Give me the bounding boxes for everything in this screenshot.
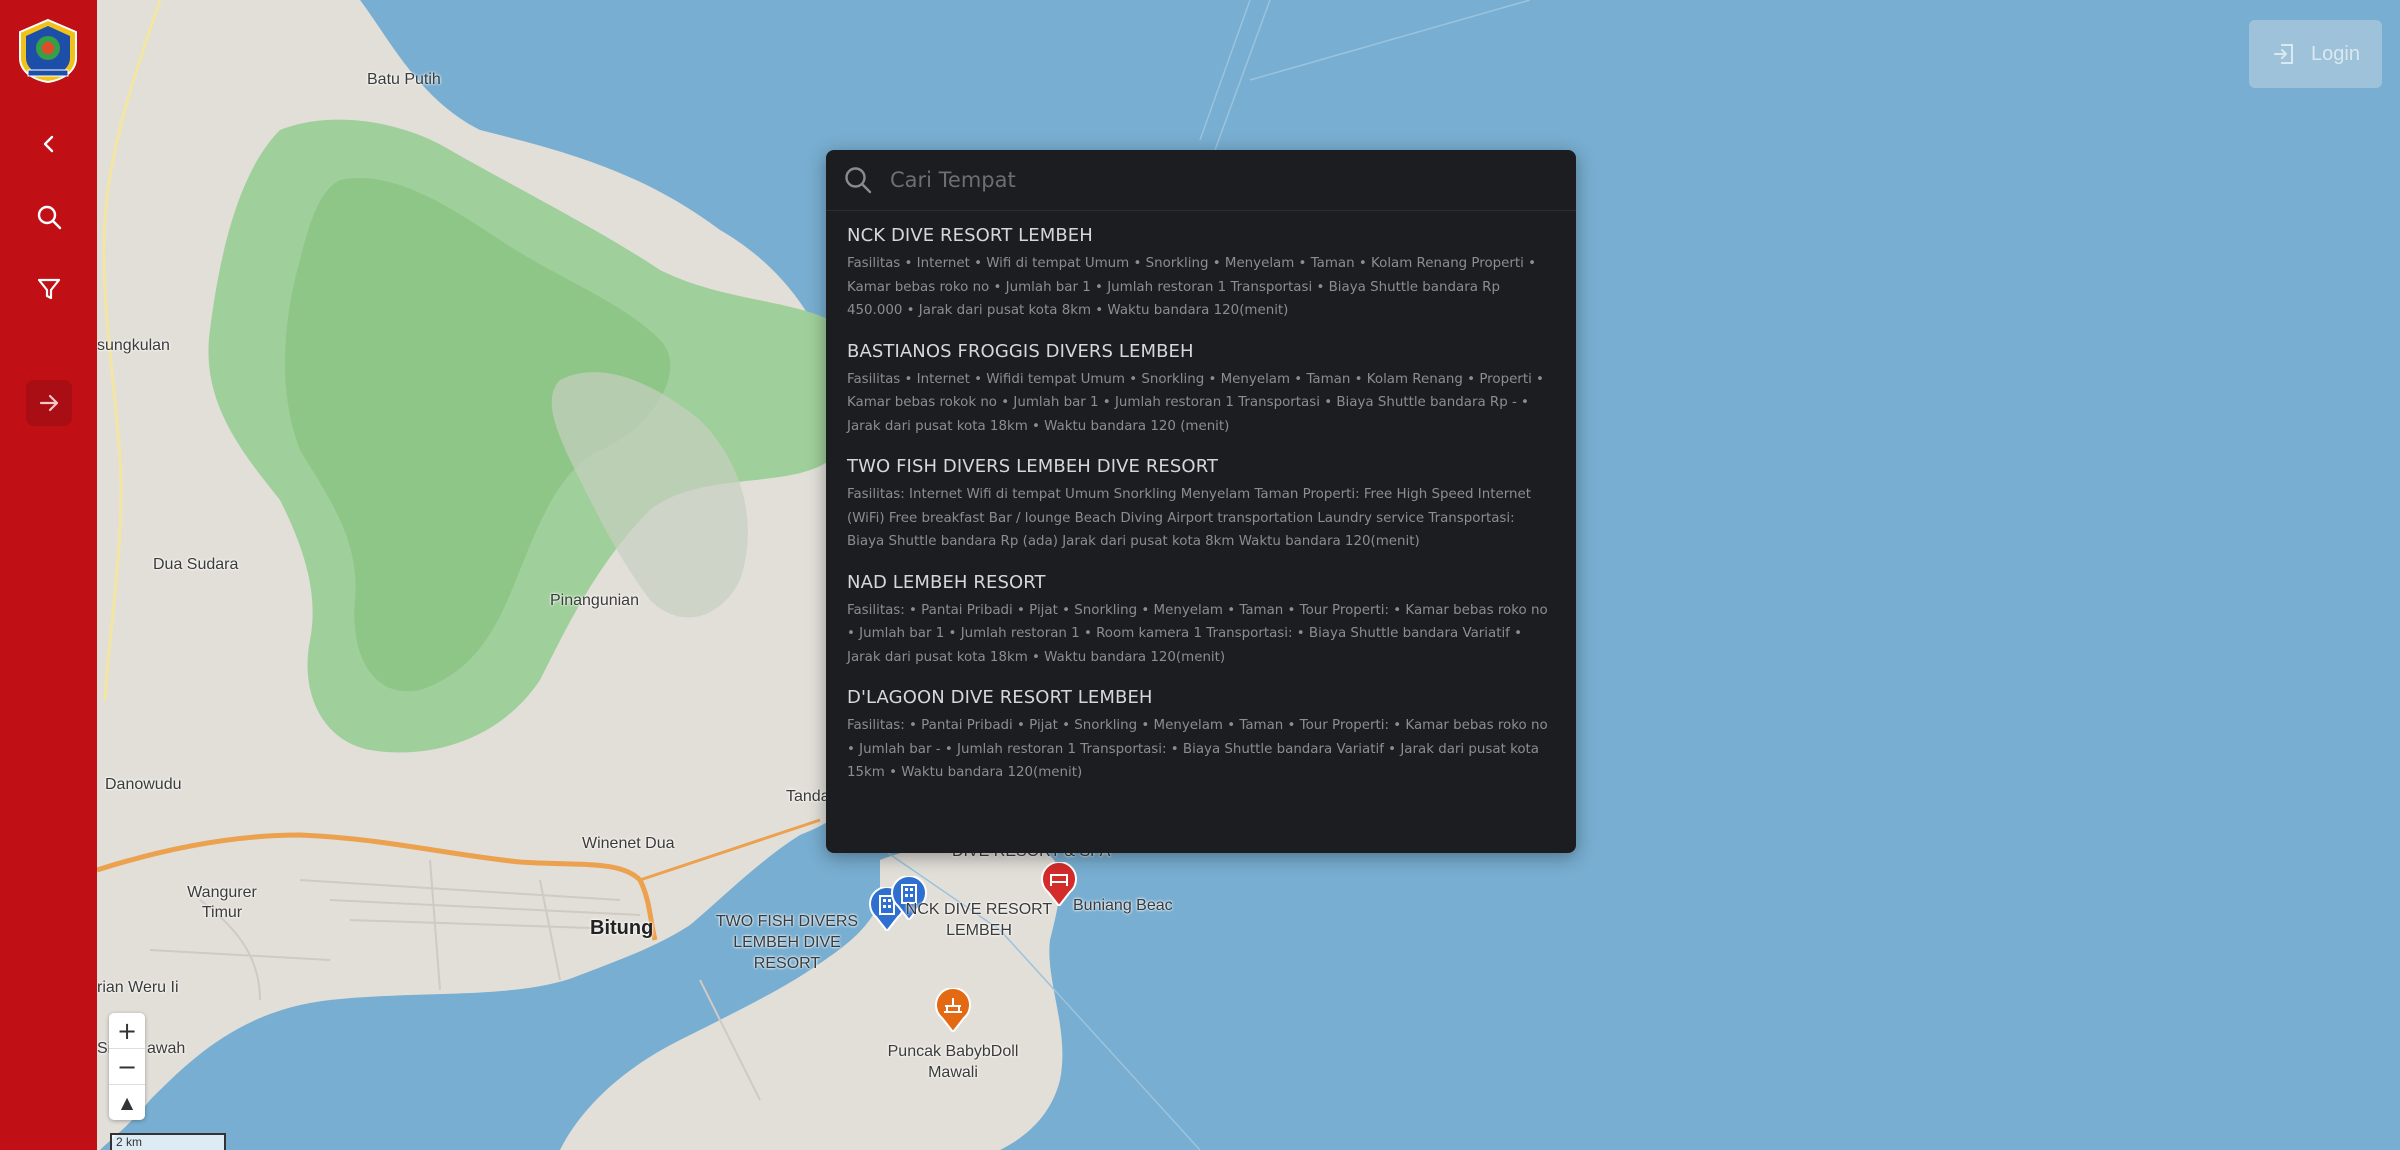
result-description: Fasilitas • Internet • Wifidi tempat Umu… [847, 371, 1544, 434]
map-label-awah: awah [147, 1040, 186, 1057]
login-button[interactable]: Login [2249, 20, 2382, 88]
compass-button[interactable]: ▲ [109, 1085, 145, 1120]
search-results: NCK DIVE RESORT LEMBEH Fasilitas • Inter… [826, 211, 1576, 785]
map-label-wangurer-timur: Wangurer Timur [187, 884, 257, 921]
search-button[interactable] [26, 194, 72, 240]
result-item[interactable]: TWO FISH DIVERS LEMBEH DIVE RESORT Fasil… [847, 456, 1556, 554]
search-panel: NCK DIVE RESORT LEMBEH Fasilitas • Inter… [826, 150, 1576, 853]
result-description: Fasilitas • Internet • Wifi di tempat Um… [847, 256, 1537, 318]
result-item[interactable]: BASTIANOS FROGGIS DIVERS LEMBEH Fasilita… [847, 341, 1556, 439]
result-description: Fasilitas: • Pantai Pribadi • Pijat • Sn… [847, 602, 1548, 665]
filter-button[interactable] [26, 266, 72, 312]
chevron-left-icon [43, 135, 54, 153]
result-title: NCK DIVE RESORT LEMBEH [847, 225, 1093, 246]
viewpoint-icon[interactable] [934, 988, 972, 1032]
map-label-batu-putih: Batu Putih [367, 71, 441, 88]
map-label-winenet-dua: Winenet Dua [582, 835, 675, 852]
search-icon [845, 167, 872, 194]
search-icon [37, 205, 62, 230]
zoom-in-button[interactable]: + [109, 1013, 145, 1049]
search-input[interactable] [888, 167, 1532, 193]
map-label-dua-sudara: Dua Sudara [153, 556, 239, 573]
result-description: Fasilitas: • Pantai Pribadi • Pijat • Sn… [847, 718, 1548, 780]
map-scale: 2 km [110, 1133, 226, 1150]
map-label-rian-weru: rian Weru Ii [97, 979, 179, 996]
zoom-controls: + − ▲ [109, 1013, 145, 1120]
result-title: NAD LEMBEH RESORT [847, 571, 1046, 593]
map-label-tanda: Tanda [786, 788, 830, 805]
map-label-pinangunian: Pinangunian [550, 592, 639, 609]
filter-icon [37, 278, 61, 300]
marker-label-nck: NCK DIVE RESORT LEMBEH [905, 901, 1053, 939]
expand-sidebar-button[interactable] [26, 380, 72, 426]
zoom-out-button[interactable]: − [109, 1049, 145, 1085]
result-title: TWO FISH DIVERS LEMBEH DIVE RESORT [847, 456, 1219, 477]
login-icon [2274, 44, 2294, 64]
logo-icon [19, 18, 77, 84]
result-item[interactable]: NCK DIVE RESORT LEMBEH Fasilitas • Inter… [847, 225, 1556, 323]
sidebar [0, 0, 97, 1150]
map-label-danowudu: Danowudu [105, 776, 182, 793]
back-button[interactable] [26, 121, 72, 167]
map-label-bitung: Bitung [590, 917, 654, 939]
map-label-buniang-beach: Buniang Beac [1073, 897, 1173, 914]
result-item[interactable]: NAD LEMBEH RESORT Fasilitas: • Pantai Pr… [847, 572, 1556, 670]
marker-label-puncak: Puncak BabybDoll Mawali [887, 1043, 1019, 1081]
result-title: BASTIANOS FROGGIS DIVERS LEMBEH [847, 340, 1194, 362]
result-item[interactable]: D'LAGOON DIVE RESORT LEMBEH Fasilitas: •… [847, 687, 1556, 785]
result-title: D'LAGOON DIVE RESORT LEMBEH [847, 687, 1153, 708]
arrow-right-icon [39, 394, 59, 412]
map-label-sungkulan: sungkulan [97, 337, 170, 354]
result-description: Fasilitas: Internet Wifi di tempat Umum … [847, 487, 1531, 549]
marker-label-two-fish: TWO FISH DIVERS LEMBEH DIVE RESORT [715, 913, 859, 972]
search-bar [826, 150, 1576, 211]
login-label: Login [2311, 42, 2360, 65]
